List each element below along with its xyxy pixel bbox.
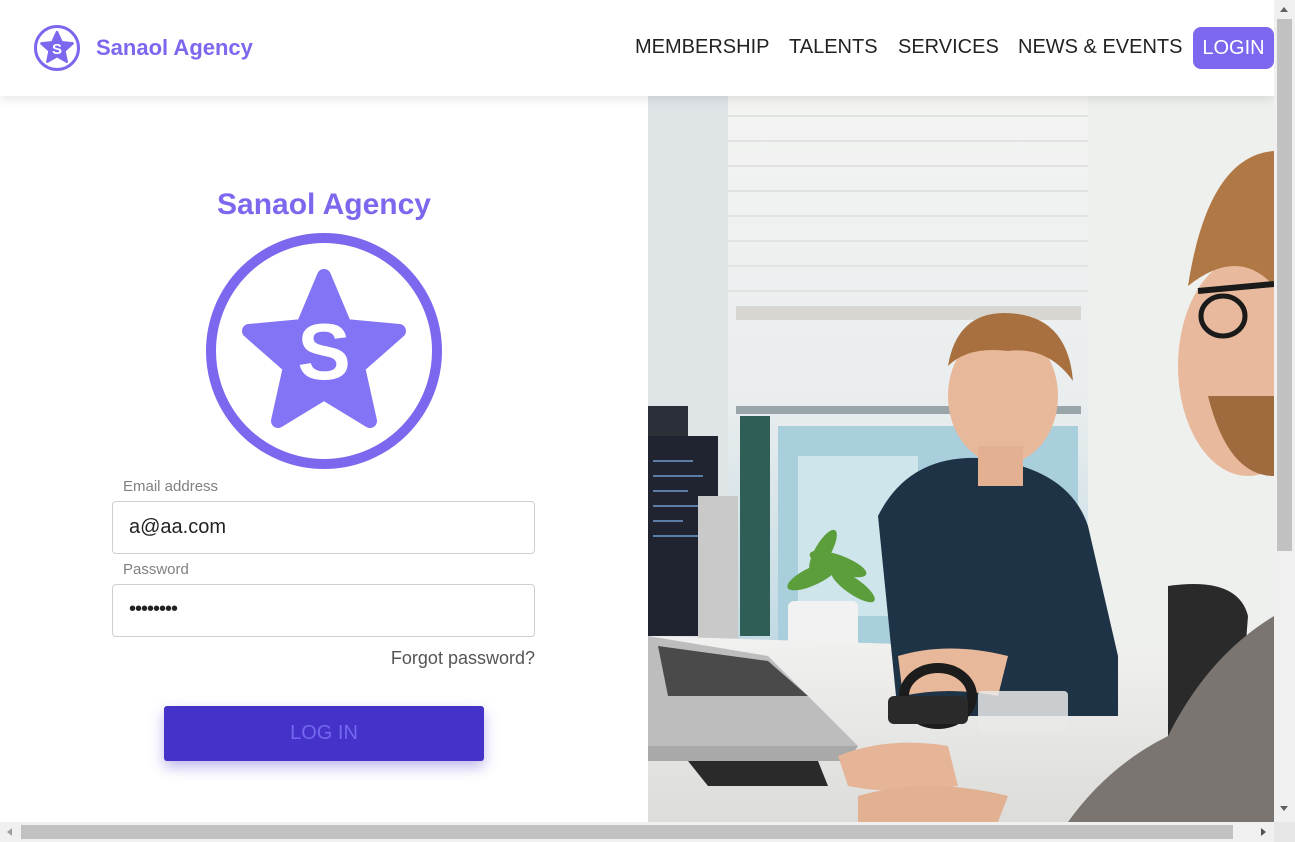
horizontal-scrollbar[interactable]: [0, 822, 1274, 842]
scroll-up-arrow-icon[interactable]: [1280, 7, 1288, 12]
form-title: Sanaol Agency: [217, 188, 431, 221]
page-viewport: S Sanaol Agency MEMBERSHIP TALENTS SERVI…: [0, 0, 1274, 822]
email-field[interactable]: [112, 501, 535, 554]
login-submit-button[interactable]: LOG IN: [164, 706, 484, 761]
brand-logo-letter: S: [52, 41, 62, 58]
password-masked-value: ••••••••: [129, 598, 178, 620]
scroll-left-arrow-icon[interactable]: [7, 828, 12, 836]
site-header: S Sanaol Agency MEMBERSHIP TALENTS SERVI…: [0, 0, 1274, 96]
vertical-scrollbar[interactable]: [1274, 0, 1295, 822]
scroll-down-arrow-icon[interactable]: [1280, 806, 1288, 811]
email-label: Email address: [123, 478, 219, 495]
vertical-scroll-thumb[interactable]: [1277, 19, 1292, 551]
office-photo-illustration: [648, 96, 1274, 822]
office-photo: [648, 96, 1274, 822]
nav-membership[interactable]: MEMBERSHIP: [635, 36, 769, 62]
agency-star-logo-icon: S: [206, 233, 442, 469]
brand-logo-icon[interactable]: S: [33, 24, 81, 72]
scrollbar-corner: [1274, 822, 1295, 842]
forgot-password-link[interactable]: Forgot password?: [391, 648, 535, 669]
scroll-right-arrow-icon[interactable]: [1261, 828, 1266, 836]
nav-news-events[interactable]: NEWS & EVENTS: [1018, 36, 1182, 62]
password-label: Password: [123, 561, 189, 578]
nav-login-button[interactable]: LOGIN: [1193, 27, 1274, 69]
horizontal-scroll-thumb[interactable]: [21, 825, 1233, 839]
login-panel: Sanaol Agency S Email address Password •…: [0, 96, 648, 822]
nav-services[interactable]: SERVICES: [898, 36, 999, 62]
agency-logo-letter: S: [297, 307, 350, 396]
nav-talents[interactable]: TALENTS: [789, 36, 878, 62]
brand-name[interactable]: Sanaol Agency: [96, 35, 253, 61]
